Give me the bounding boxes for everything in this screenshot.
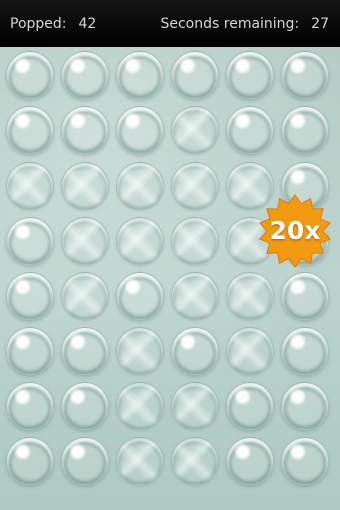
bubble[interactable] [61, 51, 109, 99]
bubble[interactable] [6, 327, 54, 375]
popped-bubble[interactable] [116, 162, 164, 210]
bubble[interactable] [281, 51, 329, 99]
popped-bubble[interactable] [116, 382, 164, 430]
seconds-value: 27 [311, 16, 329, 32]
popped-bubble[interactable] [171, 106, 219, 154]
bubble[interactable] [171, 327, 219, 375]
bubble[interactable] [281, 106, 329, 154]
popped-bubble[interactable] [116, 327, 164, 375]
popped-bubble[interactable] [61, 162, 109, 210]
bubble[interactable] [226, 382, 274, 430]
bubble[interactable] [226, 51, 274, 99]
popped-bubble[interactable] [171, 272, 219, 320]
popped-bubble[interactable] [226, 272, 274, 320]
bubble[interactable] [61, 382, 109, 430]
multiplier-bonus[interactable]: 20x [258, 194, 332, 268]
bubble[interactable] [61, 327, 109, 375]
bubble-grid: 20x [0, 47, 340, 510]
bubble[interactable] [6, 382, 54, 430]
bubble[interactable] [281, 272, 329, 320]
seconds-counter: Seconds remaining: 27 [160, 16, 329, 32]
multiplier-label: 20x [269, 216, 321, 245]
bubble[interactable] [281, 382, 329, 430]
popped-bubble[interactable] [61, 217, 109, 265]
popped-bubble[interactable] [171, 382, 219, 430]
bubble[interactable] [116, 106, 164, 154]
popped-counter: Popped: 42 [10, 16, 96, 32]
popped-bubble[interactable] [226, 327, 274, 375]
bubble[interactable] [226, 437, 274, 485]
status-bar: Popped: 42 Seconds remaining: 27 [0, 0, 340, 47]
bubble[interactable] [6, 106, 54, 154]
bubble[interactable] [171, 51, 219, 99]
popped-bubble[interactable] [171, 437, 219, 485]
popped-bubble[interactable] [61, 272, 109, 320]
popped-bubble[interactable] [6, 162, 54, 210]
bubble[interactable] [281, 437, 329, 485]
popped-bubble[interactable] [116, 437, 164, 485]
popped-label: Popped: [10, 16, 67, 32]
bubble[interactable] [6, 51, 54, 99]
bubble[interactable] [281, 327, 329, 375]
bubble[interactable] [226, 106, 274, 154]
bubble[interactable] [61, 437, 109, 485]
bubble[interactable] [6, 272, 54, 320]
bubble[interactable] [116, 51, 164, 99]
popped-value: 42 [78, 16, 97, 32]
bubble[interactable] [116, 272, 164, 320]
seconds-label: Seconds remaining: [160, 16, 300, 32]
bubble[interactable] [6, 437, 54, 485]
popped-bubble[interactable] [116, 217, 164, 265]
popped-bubble[interactable] [171, 162, 219, 210]
popped-bubble[interactable] [171, 217, 219, 265]
bubble[interactable] [6, 217, 54, 265]
bubble[interactable] [61, 106, 109, 154]
